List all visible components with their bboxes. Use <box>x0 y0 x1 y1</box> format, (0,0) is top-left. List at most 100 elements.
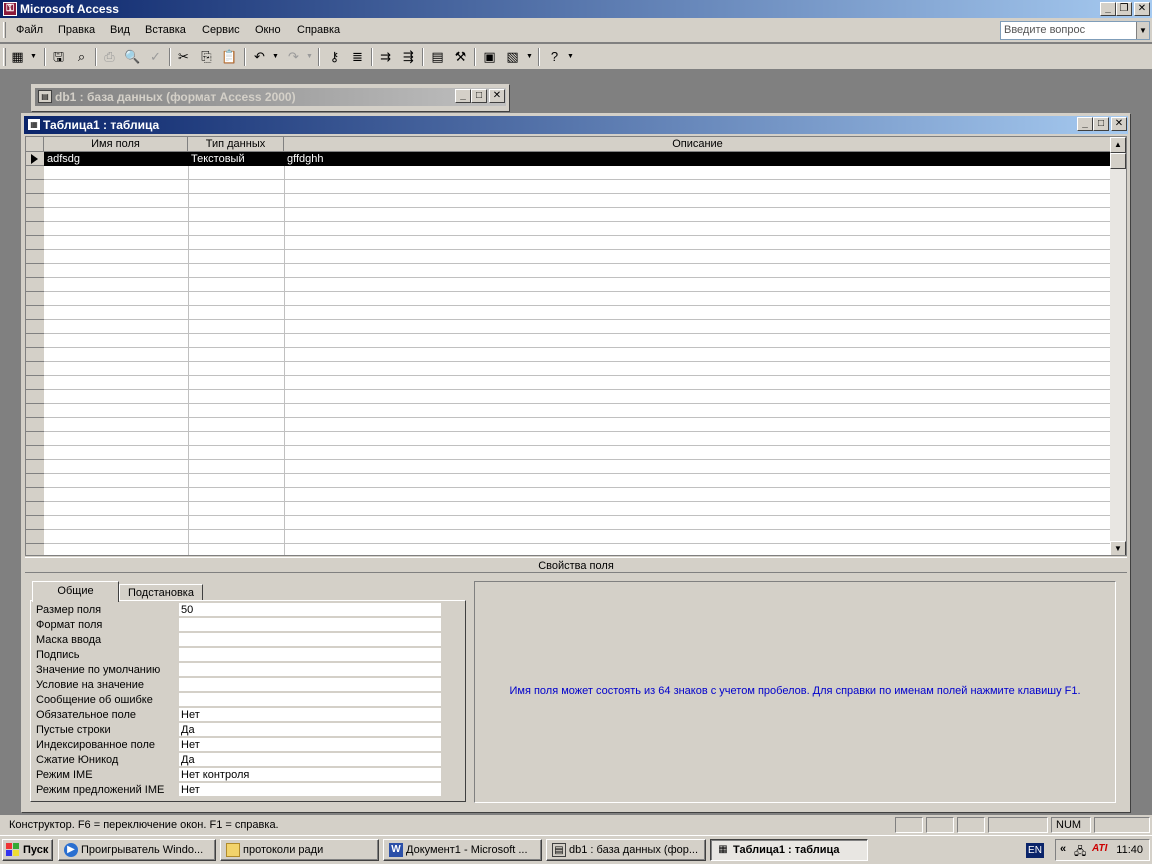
menu-tools[interactable]: Сервис <box>202 24 240 36</box>
row-selector[interactable] <box>26 362 44 376</box>
table-row[interactable] <box>44 193 1110 194</box>
field-name-cell[interactable]: adfsdg <box>44 152 80 166</box>
property-value-field[interactable]: 50 <box>179 603 441 617</box>
row-selector[interactable] <box>26 320 44 334</box>
table-row[interactable] <box>44 431 1110 432</box>
primary-key-icon[interactable]: ⚷ <box>325 47 344 66</box>
menubar-grip[interactable] <box>3 22 6 38</box>
menu-window[interactable]: Окно <box>255 24 281 36</box>
table-row[interactable] <box>44 487 1110 488</box>
table-row[interactable] <box>44 543 1110 544</box>
table-row[interactable] <box>44 403 1110 404</box>
close-button[interactable]: ✕ <box>489 89 505 103</box>
table-row[interactable] <box>44 529 1110 530</box>
table-row[interactable] <box>44 389 1110 390</box>
task-word[interactable]: W Документ1 - Microsoft ... <box>383 839 542 861</box>
table-row[interactable] <box>44 221 1110 222</box>
table-row[interactable] <box>44 291 1110 292</box>
task-folder[interactable]: протоколи ради <box>220 839 379 861</box>
row-selector[interactable] <box>26 390 44 404</box>
scroll-up-icon[interactable]: ▲ <box>1110 137 1126 153</box>
row-selector[interactable] <box>26 432 44 446</box>
property-value-field[interactable]: Нет <box>179 783 441 797</box>
row-selector[interactable] <box>26 194 44 208</box>
close-button[interactable]: ✕ <box>1134 2 1150 16</box>
table-row[interactable] <box>44 473 1110 474</box>
property-value-field[interactable]: Да <box>179 723 441 737</box>
property-value-field[interactable] <box>179 663 441 677</box>
maximize-button[interactable]: □ <box>1093 117 1109 131</box>
property-value-field[interactable] <box>179 648 441 662</box>
row-selector[interactable] <box>26 334 44 348</box>
row-selector[interactable] <box>26 208 44 222</box>
chevron-down-icon[interactable]: ▼ <box>306 47 313 66</box>
minimize-button[interactable]: _ <box>455 89 471 103</box>
toolbar-grip[interactable] <box>3 48 6 66</box>
property-value-field[interactable]: Нет <box>179 708 441 722</box>
maximize-button[interactable]: □ <box>471 89 487 103</box>
property-value-field[interactable] <box>179 618 441 632</box>
menu-insert[interactable]: Вставка <box>145 24 186 36</box>
ask-question-input[interactable]: Введите вопрос ▼ <box>1000 21 1150 40</box>
help-icon[interactable]: ? <box>545 47 564 66</box>
row-selector[interactable] <box>26 404 44 418</box>
copy-icon[interactable]: ⎘ <box>197 47 216 66</box>
row-selector[interactable] <box>26 502 44 516</box>
menu-edit[interactable]: Правка <box>58 24 95 36</box>
property-value-field[interactable]: Нет <box>179 738 441 752</box>
task-table[interactable]: ▦ Таблица1 : таблица <box>710 839 868 861</box>
table-row[interactable] <box>44 375 1110 376</box>
build-icon[interactable]: ⚒ <box>451 47 470 66</box>
table-row[interactable]: adfsdg Текстовый gffdghh <box>44 152 1112 166</box>
property-value-field[interactable] <box>179 678 441 692</box>
property-value-field[interactable]: Нет контроля <box>179 768 441 782</box>
row-selector[interactable] <box>26 460 44 474</box>
property-value-field[interactable]: Да <box>179 753 441 767</box>
data-type-cell[interactable]: Текстовый <box>188 152 245 166</box>
minimize-button[interactable]: _ <box>1100 2 1116 16</box>
database-window-icon[interactable]: ▣ <box>480 47 499 66</box>
task-media-player[interactable]: ▶ Проигрыватель Windo... <box>58 839 216 861</box>
table-row[interactable] <box>44 263 1110 264</box>
vertical-scrollbar[interactable]: ▲ ▼ <box>1110 137 1126 555</box>
delete-rows-icon[interactable]: ⇶ <box>399 47 418 66</box>
table-row[interactable] <box>44 417 1110 418</box>
new-object-icon[interactable]: ▧ <box>503 47 522 66</box>
scroll-down-icon[interactable]: ▼ <box>1110 541 1126 555</box>
table-row[interactable] <box>44 249 1110 250</box>
row-selector[interactable] <box>26 222 44 236</box>
column-header-data-type[interactable]: Тип данных <box>188 137 284 152</box>
row-selector[interactable] <box>26 292 44 306</box>
row-selector[interactable] <box>26 348 44 362</box>
row-selector-column[interactable] <box>26 152 44 555</box>
chevron-down-icon[interactable]: ▼ <box>30 47 37 66</box>
chevron-down-icon[interactable]: ▼ <box>526 47 533 66</box>
table-row[interactable] <box>44 277 1110 278</box>
menu-help[interactable]: Справка <box>297 24 340 36</box>
menu-file[interactable]: Файл <box>16 24 43 36</box>
table-row[interactable] <box>44 459 1110 460</box>
row-selector[interactable] <box>26 544 44 555</box>
row-selector[interactable] <box>26 516 44 530</box>
chevron-down-icon[interactable]: ▼ <box>567 47 574 66</box>
spelling-icon[interactable]: ✓ <box>146 47 165 66</box>
table-row[interactable] <box>44 445 1110 446</box>
row-selector[interactable] <box>26 180 44 194</box>
table-row[interactable] <box>44 333 1110 334</box>
undo-icon[interactable]: ↶ <box>250 47 269 66</box>
table-row[interactable] <box>44 207 1110 208</box>
grid-corner[interactable] <box>26 137 44 152</box>
insert-rows-icon[interactable]: ⇉ <box>376 47 395 66</box>
database-window[interactable]: ▤ db1 : база данных (формат Access 2000)… <box>31 84 510 112</box>
row-selector[interactable] <box>26 376 44 390</box>
row-selector[interactable] <box>26 236 44 250</box>
row-selector[interactable] <box>26 418 44 432</box>
menu-view[interactable]: Вид <box>110 24 130 36</box>
print-icon[interactable]: ⎙ <box>100 47 119 66</box>
start-button[interactable]: Пуск <box>2 839 53 861</box>
task-database[interactable]: ▤ db1 : база данных (фор... <box>546 839 706 861</box>
description-cell[interactable]: gffdghh <box>284 152 324 166</box>
indexes-icon[interactable]: ≣ <box>348 47 367 66</box>
ati-icon[interactable]: ATI <box>1092 843 1107 854</box>
table-row[interactable] <box>44 179 1110 180</box>
